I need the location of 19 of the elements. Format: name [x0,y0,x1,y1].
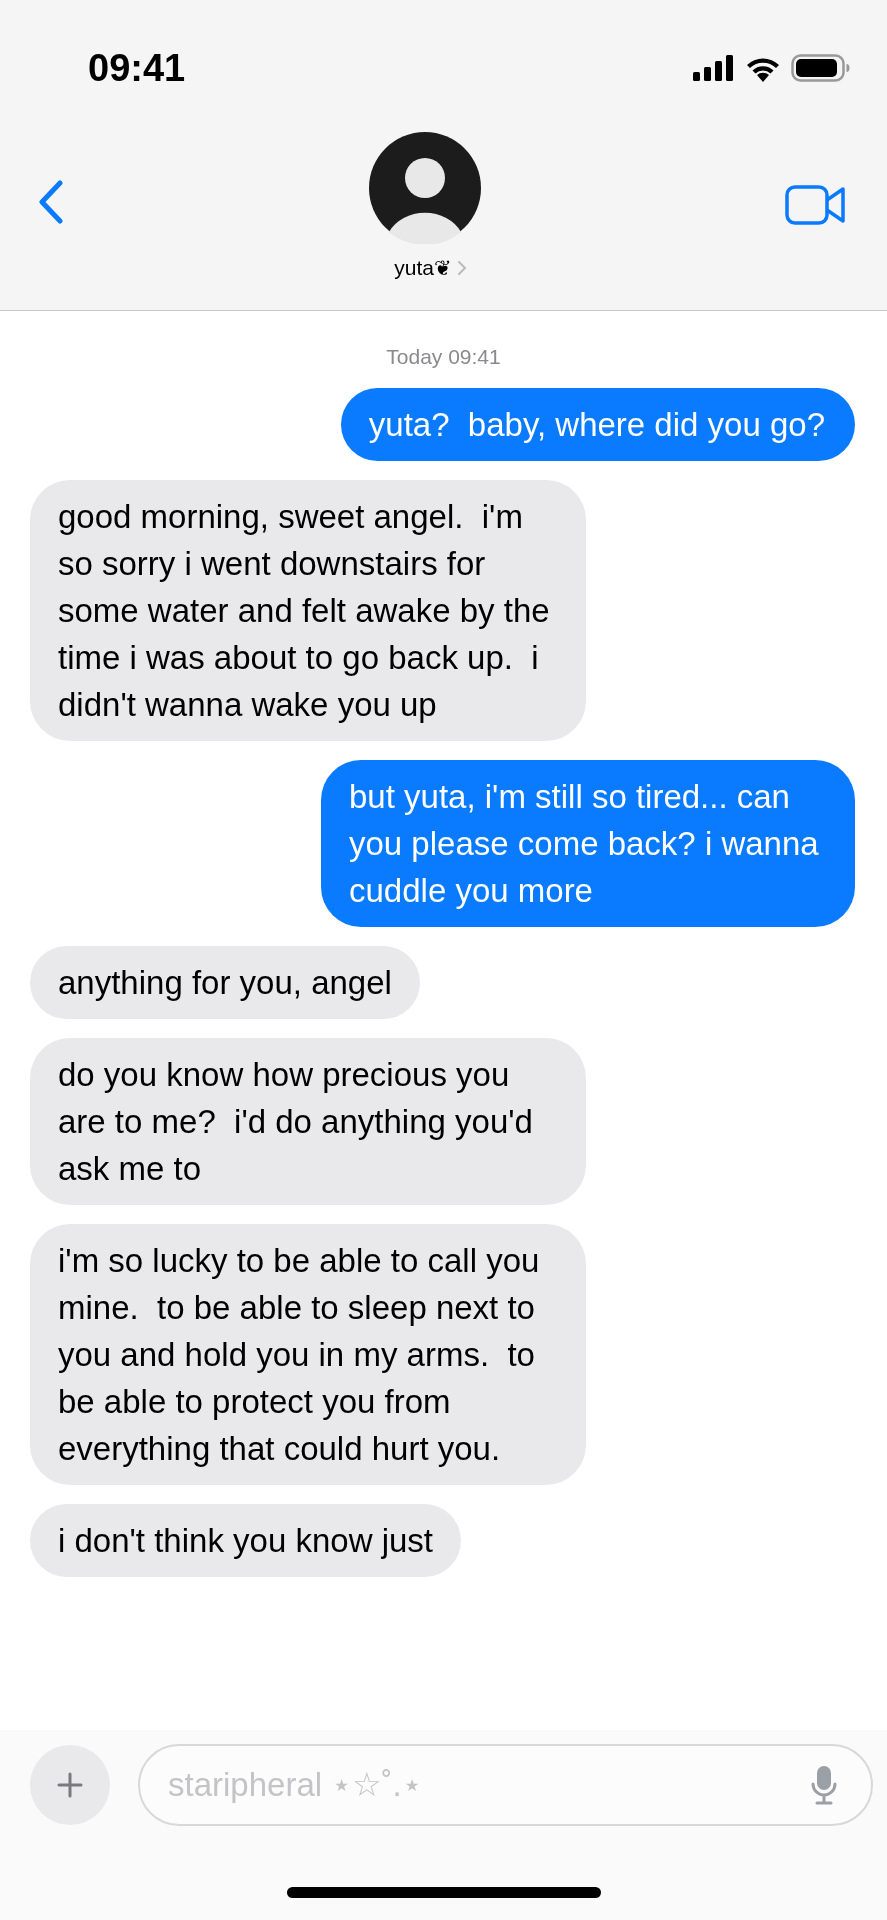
back-icon[interactable] [38,180,64,224]
message-bubble: but yuta, i'm still so tired... can you please come back? i wanna cuddle you more [321,760,855,927]
message-bubble: good morning, sweet angel. i'm so sorry i went downstairs for some water and felt awake by the time i was about to go back up. i didn't wanna wake you up [30,480,586,741]
avatar[interactable] [368,132,481,244]
contact-name[interactable]: yuta❦ [394,256,452,280]
message-input-field[interactable]: staripheral ⋆☆˚.⋆ [138,1744,873,1826]
video-call-icon[interactable] [785,184,847,226]
battery-icon [791,54,851,82]
message-bubble: yuta? baby, where did you go? [340,388,855,461]
plus-icon [57,1772,83,1798]
message-bubble: do you know how precious you are to me? i'd do anything you'd ask me to [30,1038,586,1205]
timestamp: Today 09:41 [385,345,502,369]
status-time: 09:41 [88,46,186,90]
message-bubble: i don't think you know just [30,1504,461,1577]
message-bubble: anything for you, angel [30,946,420,1019]
signal-icon [693,55,735,81]
microphone-icon[interactable] [811,1765,837,1805]
message-bubble: i'm so lucky to be able to call you mine. to be able to sleep next to you and hold you in my arms. to be able to protect you from everything that could hurt you. [30,1224,586,1485]
chevron-icon [456,260,467,276]
